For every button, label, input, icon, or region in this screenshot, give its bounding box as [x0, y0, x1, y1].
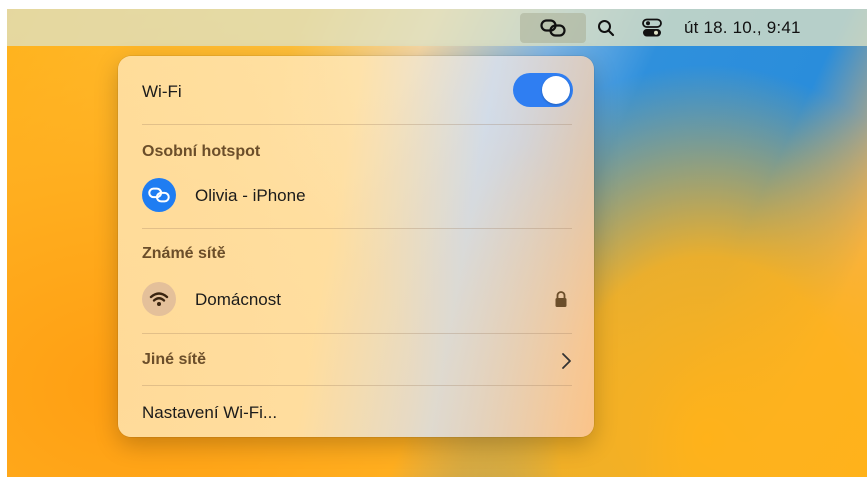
- hotspot-icon: [142, 178, 176, 212]
- desktop-wallpaper: út 18. 10., 9:41 Wi-Fi Osobní hotspot Ol…: [7, 9, 867, 477]
- separator: [142, 385, 572, 386]
- chevron-right-icon[interactable]: [560, 352, 572, 370]
- separator: [142, 228, 572, 229]
- wifi-settings-item[interactable]: Nastavení Wi-Fi...: [142, 403, 277, 423]
- wifi-signal-icon: [142, 282, 176, 316]
- personal-hotspot-menu-icon[interactable]: [520, 13, 586, 43]
- search-icon[interactable]: [591, 13, 621, 43]
- hotspot-link-icon: [540, 19, 566, 37]
- menu-bar-clock[interactable]: út 18. 10., 9:41: [684, 13, 859, 43]
- network-item-domacnost[interactable]: Domácnost: [195, 290, 281, 310]
- menu-bar: út 18. 10., 9:41: [7, 9, 867, 46]
- separator: [142, 124, 572, 125]
- separator: [142, 333, 572, 334]
- lock-icon: [555, 291, 567, 307]
- toggle-knob: [542, 76, 570, 104]
- other-networks-item[interactable]: Jiné sítě: [142, 351, 206, 369]
- wifi-menu-panel: Wi-Fi Osobní hotspot Olivia - iPhone Zná…: [118, 56, 594, 437]
- wifi-toggle[interactable]: [513, 73, 573, 107]
- control-center-icon[interactable]: [637, 13, 667, 43]
- network-item-olivia-iphone[interactable]: Olivia - iPhone: [195, 186, 306, 206]
- section-label-known-networks: Známé sítě: [142, 245, 226, 262]
- section-label-personal-hotspot: Osobní hotspot: [142, 143, 261, 160]
- wifi-title: Wi-Fi: [142, 82, 182, 101]
